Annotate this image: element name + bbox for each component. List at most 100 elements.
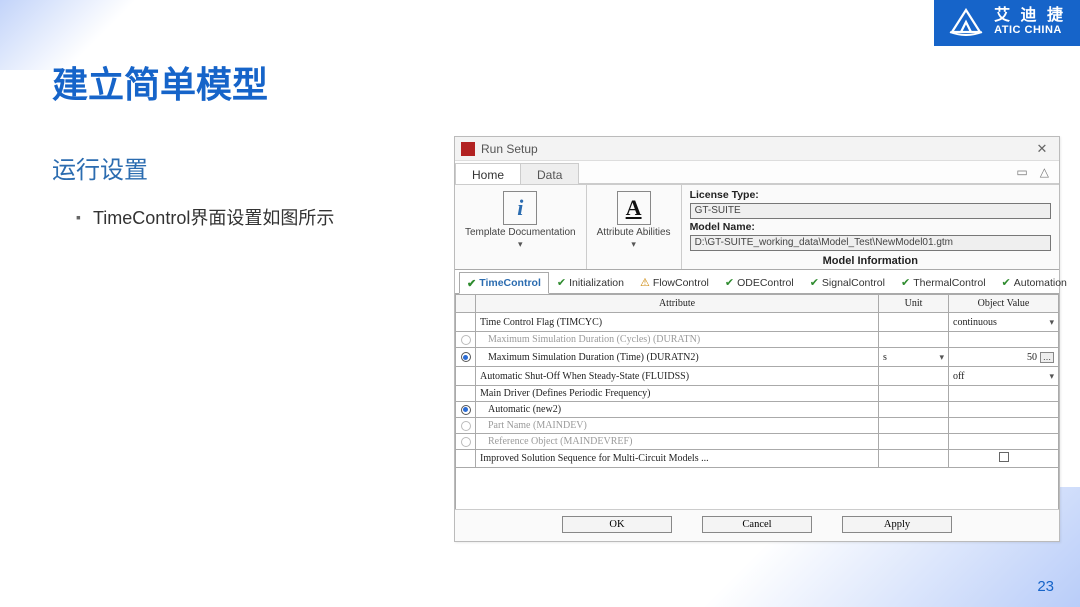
slide-bullet-text: TimeControl界面设置如图所示 [93,204,334,230]
table-empty-area [455,468,1059,509]
inner-tab-automation[interactable]: ✔Automation [994,272,1075,293]
window-restore-icon[interactable]: ▭ [1016,165,1027,179]
inner-tab-label: TimeControl [479,277,541,289]
chevron-down-icon[interactable]: ▾ [518,239,523,250]
value-cell[interactable] [949,402,1059,418]
brand-logo-icon [948,8,984,36]
window-collapse-icon[interactable]: △ [1040,165,1049,179]
slide-title: 建立简单模型 [52,56,268,108]
radio-option[interactable] [461,352,471,362]
chevron-down-icon: ▾ [1049,371,1054,382]
table-row[interactable]: Automatic Shut-Off When Steady-State (FL… [456,367,1059,386]
window-title: Run Setup [481,142,538,156]
unit-cell [879,386,949,402]
unit-cell [879,332,949,348]
value-cell[interactable]: continuous▾ [949,313,1059,332]
inner-tab-label: Initialization [569,277,624,289]
radio-option[interactable] [461,437,471,447]
table-row[interactable]: Maximum Simulation Duration (Cycles) (DU… [456,332,1059,348]
attribute-label: Reference Object (MAINDEVREF) [476,434,879,450]
model-information-label: Model Information [690,255,1051,267]
value-cell[interactable]: off▾ [949,367,1059,386]
chevron-down-icon: ▾ [1049,317,1054,328]
tab-home[interactable]: Home [455,163,521,184]
radio-option[interactable] [461,421,471,431]
license-type-field[interactable]: GT-SUITE [690,203,1051,219]
license-type-label: License Type: [690,189,780,201]
radio-option[interactable] [461,405,471,415]
unit-cell[interactable]: s▾ [879,348,949,367]
inner-tab-thermalcontrol[interactable]: ✔ThermalControl [893,272,994,293]
warning-icon: ⚠ [640,276,650,289]
model-name-field[interactable]: D:\GT-SUITE_working_data\Model_Test\NewM… [690,235,1051,251]
check-icon: ✔ [467,277,476,290]
attribute-label: Automatic (new2) [476,402,879,418]
table-row[interactable]: Reference Object (MAINDEVREF) [456,434,1059,450]
attribute-label: Time Control Flag (TIMCYC) [476,313,879,332]
unit-cell [879,434,949,450]
slide-subtitle: 运行设置 [52,150,148,185]
value-cell[interactable] [949,332,1059,348]
value-cell[interactable]: 50… [949,348,1059,367]
unit-cell [879,402,949,418]
app-icon [461,142,475,156]
check-icon: ✔ [725,276,734,289]
bullet-marker-icon: ▪ [76,209,81,225]
inner-tab-flowcontrol[interactable]: ⚠FlowControl [632,272,717,293]
close-icon[interactable]: ✕ [1031,141,1053,157]
table-row[interactable]: Improved Solution Sequence for Multi-Cir… [456,450,1059,468]
inner-tab-label: SignalControl [822,277,885,289]
cancel-button[interactable]: Cancel [702,516,812,533]
window-titlebar[interactable]: Run Setup ✕ [455,137,1059,161]
ribbon: i Template Documentation ▾ A Attribute A… [455,185,1059,270]
ribbon-group-template-doc[interactable]: i Template Documentation ▾ [455,185,587,269]
attribute-table: Attribute Unit Object Value Time Control… [455,294,1059,468]
ribbon-model-info: License Type: GT-SUITE Model Name: D:\GT… [682,185,1059,269]
column-header-value: Object Value [949,295,1059,313]
table-row[interactable]: Part Name (MAINDEV) [456,418,1059,434]
table-row[interactable]: Automatic (new2) [456,402,1059,418]
attribute-label: Part Name (MAINDEV) [476,418,879,434]
check-icon: ✔ [1002,276,1011,289]
apply-button[interactable]: Apply [842,516,952,533]
chevron-down-icon[interactable]: ▾ [631,239,636,250]
inner-tab-initialization[interactable]: ✔Initialization [549,272,632,293]
slide-page-number: 23 [1037,578,1054,595]
radio-option[interactable] [461,335,471,345]
attribute-label: Main Driver (Defines Periodic Frequency) [476,386,879,402]
value-cell[interactable] [949,418,1059,434]
value-cell[interactable] [949,450,1059,468]
model-name-label: Model Name: [690,221,780,233]
dialog-button-bar: OK Cancel Apply [455,509,1059,541]
value-cell[interactable] [949,434,1059,450]
column-header-radio [456,295,476,313]
ellipsis-button[interactable]: … [1040,352,1054,363]
inner-tab-label: FlowControl [653,277,709,289]
inner-tab-label: ThermalControl [913,277,985,289]
attribute-label: Automatic Shut-Off When Steady-State (FL… [476,367,879,386]
table-row[interactable]: Main Driver (Defines Periodic Frequency) [456,386,1059,402]
column-header-attribute: Attribute [476,295,879,313]
checkbox[interactable] [999,452,1009,462]
table-row[interactable]: Maximum Simulation Duration (Time) (DURA… [456,348,1059,367]
attribute-abilities-icon: A [617,191,651,225]
table-row[interactable]: Time Control Flag (TIMCYC) continuous▾ [456,313,1059,332]
attribute-label: Maximum Simulation Duration (Cycles) (DU… [476,332,879,348]
column-header-unit: Unit [879,295,949,313]
inner-tab-odecontrol[interactable]: ✔ODEControl [717,272,802,293]
tab-data[interactable]: Data [520,163,579,184]
unit-cell [879,450,949,468]
ok-button[interactable]: OK [562,516,672,533]
ribbon-group-attribute-abilities[interactable]: A Attribute Abilities ▾ [587,185,682,269]
check-icon: ✔ [557,276,566,289]
unit-cell [879,367,949,386]
value-cell[interactable] [949,386,1059,402]
inner-tab-label: Automation [1014,277,1067,289]
unit-cell [879,418,949,434]
attribute-label: Improved Solution Sequence for Multi-Cir… [476,450,879,468]
brand-name-en: ATIC CHINA [994,25,1066,37]
run-setup-window: Run Setup ✕ Home Data ▭ △ i Template Doc… [454,136,1060,542]
inner-tab-signalcontrol[interactable]: ✔SignalControl [802,272,893,293]
inner-tab-timecontrol[interactable]: ✔TimeControl [459,272,549,294]
slide-bullet: ▪ TimeControl界面设置如图所示 [76,204,334,230]
